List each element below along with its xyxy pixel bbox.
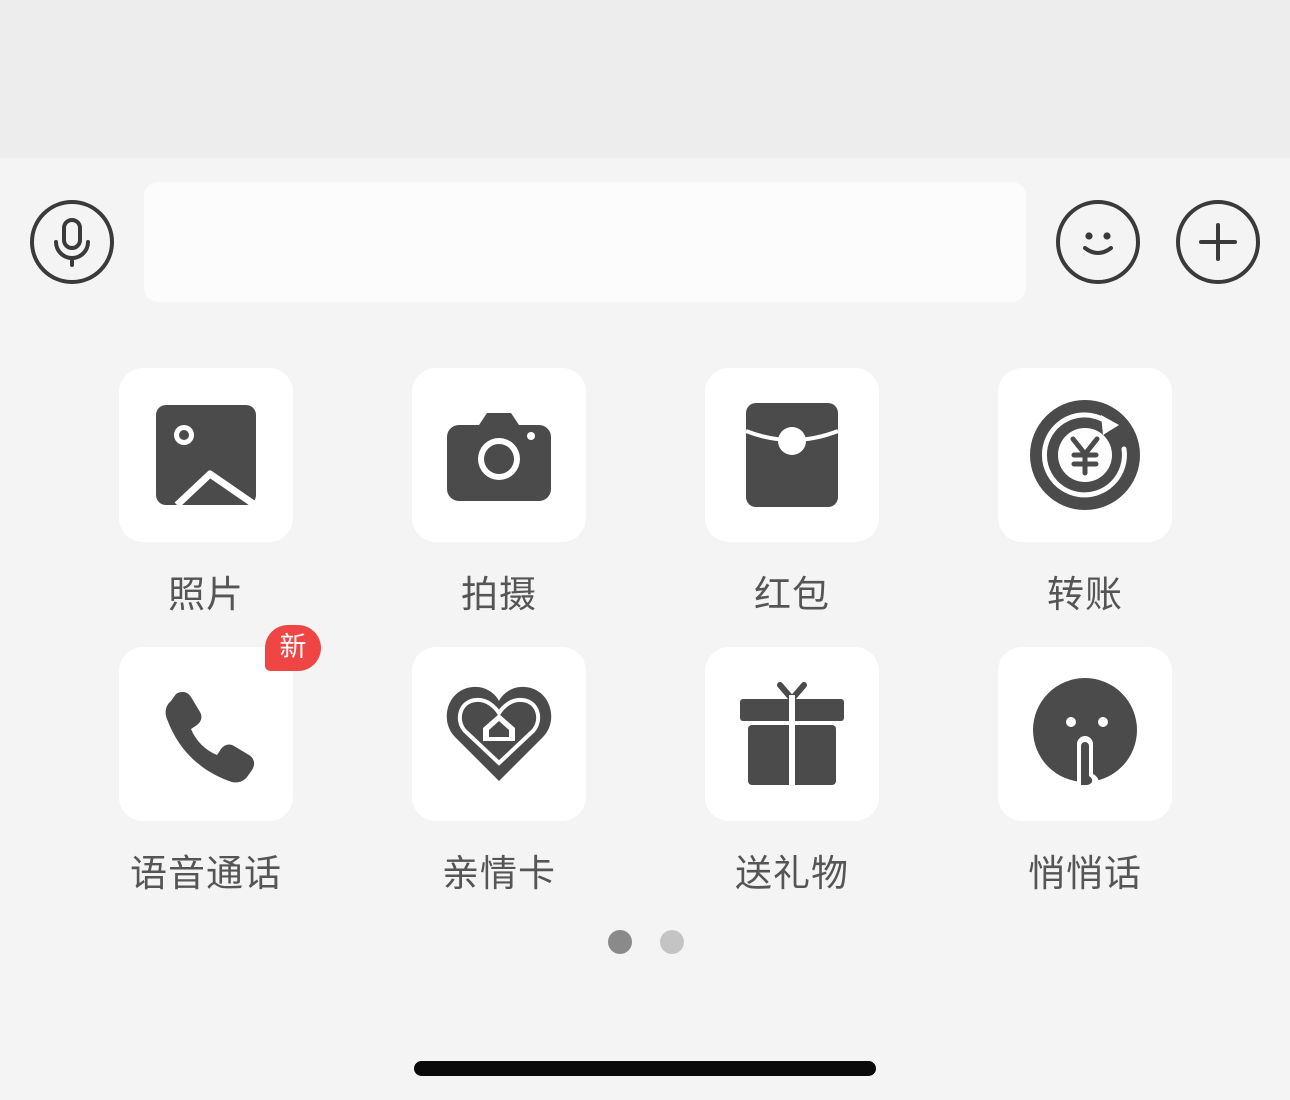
panel-item-family-card[interactable]: 亲情卡 <box>412 647 586 895</box>
new-badge: 新 <box>265 625 321 671</box>
panel-item-label: 转账 <box>1047 573 1123 616</box>
panel-item-label: 悄悄话 <box>1028 852 1142 895</box>
page-indicator[interactable] <box>0 930 1290 956</box>
panel-item-gift[interactable]: 送礼物 <box>705 647 879 895</box>
panel-item-label: 红包 <box>754 573 830 616</box>
page-dot[interactable] <box>660 930 684 954</box>
panel-item-red-envelope[interactable]: 红包 <box>705 368 879 616</box>
gift-icon <box>740 682 844 787</box>
phone-icon <box>165 691 255 783</box>
plus-icon <box>1199 223 1237 261</box>
panel-item-whisper[interactable]: 悄悄话 <box>998 647 1172 895</box>
panel-item-transfer[interactable]: 转账 <box>998 368 1172 616</box>
voice-call-tile[interactable]: 新 <box>119 625 321 821</box>
transfer-yuan-icon <box>1030 400 1140 510</box>
transfer-tile[interactable] <box>998 368 1172 542</box>
photos-tile[interactable] <box>119 368 293 542</box>
panel-item-label: 拍摄 <box>461 573 537 616</box>
page-dot-active[interactable] <box>608 930 632 954</box>
shush-face-icon <box>1033 678 1137 790</box>
photo-icon <box>156 405 257 506</box>
whisper-tile[interactable] <box>998 647 1172 821</box>
camera-tile[interactable] <box>412 368 586 542</box>
input-bar <box>0 158 1290 328</box>
camera-icon <box>447 413 551 501</box>
panel-item-label: 照片 <box>168 573 244 616</box>
microphone-icon <box>54 218 90 267</box>
panel-item-label: 亲情卡 <box>442 852 556 895</box>
chat-message-area <box>0 0 1290 158</box>
home-indicator[interactable] <box>414 1061 876 1076</box>
panel-item-photos[interactable]: 照片 <box>119 368 293 616</box>
message-input[interactable] <box>144 182 1026 302</box>
gift-tile[interactable] <box>705 647 879 821</box>
family-card-heart-icon <box>446 686 552 781</box>
panel-item-camera[interactable]: 拍摄 <box>412 368 586 616</box>
panel-item-label: 送礼物 <box>735 852 849 895</box>
emoji-button[interactable] <box>1056 200 1140 284</box>
red-envelope-tile[interactable] <box>705 368 879 542</box>
smiley-face-icon <box>1083 232 1113 255</box>
family-card-tile[interactable] <box>412 647 586 821</box>
panel-item-label: 语音通话 <box>130 852 282 895</box>
panel-item-voice-call[interactable]: 新 语音通话 <box>119 625 321 895</box>
voice-input-button[interactable] <box>30 200 114 284</box>
more-options-button[interactable] <box>1176 200 1260 284</box>
red-envelope-icon <box>745 403 839 507</box>
